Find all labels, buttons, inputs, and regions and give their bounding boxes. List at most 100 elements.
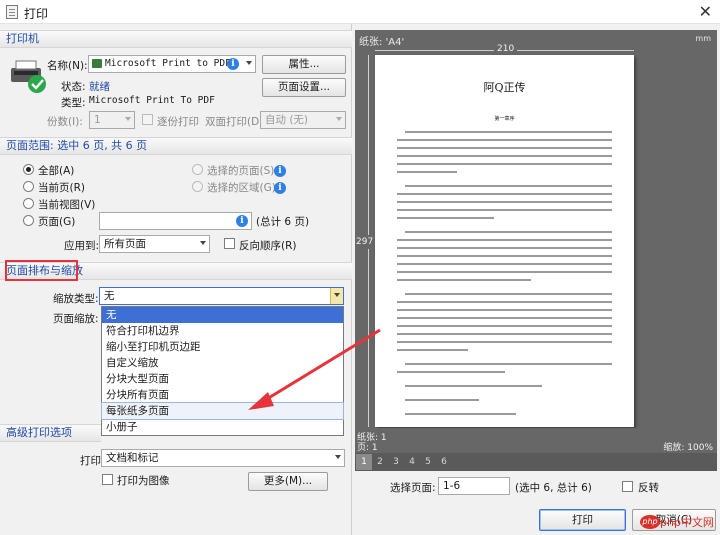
print-button[interactable]: 打印 — [539, 509, 626, 531]
text-line — [397, 209, 612, 211]
select-pages-label: 选择页面: — [390, 482, 436, 494]
reverse-checkbox[interactable] — [622, 481, 633, 492]
close-button[interactable]: ✕ — [699, 2, 712, 21]
duplex-value: 自动 (无) — [265, 114, 309, 126]
chevron-down-icon — [334, 293, 340, 297]
status-page: 页: 1 — [357, 443, 378, 453]
text-line — [397, 271, 612, 273]
page-scale-label: 页面缩放: — [53, 313, 99, 325]
range-selected-pages-label: 选择的页面(S) — [207, 165, 275, 177]
scale-option-none[interactable]: 无 — [102, 307, 343, 323]
text-line — [405, 231, 612, 233]
collate-checkbox[interactable] — [142, 114, 153, 125]
copies-stepper[interactable]: 1 — [89, 111, 135, 129]
scale-type-select[interactable]: 无 — [99, 287, 344, 305]
scale-option-booklet[interactable]: 小册子 — [102, 419, 343, 435]
printer-section-header: 打印机 — [0, 30, 352, 48]
text-line — [397, 301, 612, 303]
pages-info-icon[interactable]: i — [236, 215, 248, 227]
page-tab-4[interactable]: 4 — [404, 454, 420, 470]
scale-option-tile-all[interactable]: 分块所有页面 — [102, 387, 343, 403]
print-what-value: 文档和标记 — [106, 452, 159, 464]
text-line — [397, 317, 612, 319]
document-title: 阿Q正传 — [483, 81, 526, 94]
page-tabs: 1 2 3 4 5 6 — [355, 453, 717, 471]
reverse-order-checkbox[interactable] — [224, 238, 235, 249]
print-as-image-checkbox[interactable] — [102, 474, 113, 485]
print-what-select[interactable]: 文档和标记 — [101, 449, 345, 467]
page-range-section-header: 页面范围: 选中 6 页, 共 6 页 — [0, 137, 352, 155]
range-selected-area-label: 选择的区域(G) — [207, 182, 276, 194]
selected-pages-info-icon[interactable]: i — [274, 165, 286, 177]
duplex-select[interactable]: 自动 (无) — [260, 111, 346, 129]
scale-type-label: 缩放类型: — [53, 293, 99, 305]
select-pages-value: 1-6 — [443, 480, 461, 492]
width-dimension: 210 — [494, 44, 518, 54]
range-selected-pages-radio[interactable] — [192, 164, 203, 175]
page-setup-button[interactable]: 页面设置... — [262, 78, 346, 97]
text-line — [397, 171, 457, 173]
status-label: 状态: — [61, 81, 86, 93]
php-logo-icon: php — [640, 515, 660, 529]
text-line — [397, 201, 612, 203]
page-tab-3[interactable]: 3 — [388, 454, 404, 470]
range-selected-area-radio[interactable] — [192, 181, 203, 192]
text-line — [405, 185, 612, 187]
scale-type-dropdown: 无 符合打印机边界 缩小至打印机页边距 自定义缩放 分块大型页面 分块所有页面 … — [101, 306, 344, 436]
copies-value: 1 — [94, 114, 101, 126]
page-preview: 阿Q正传 第一章序 — [375, 55, 634, 427]
text-line — [397, 139, 612, 141]
scale-option-multiple-pages[interactable]: 每张纸多页面 — [101, 402, 344, 420]
print-dialog-icon — [6, 5, 18, 19]
text-line — [397, 163, 612, 165]
range-current-view-label: 当前视图(V) — [38, 199, 96, 211]
pages-input[interactable] — [99, 212, 252, 230]
status-value: 就绪 — [89, 81, 110, 93]
status-zoom: 缩放: 100% — [663, 443, 713, 453]
page-tab-5[interactable]: 5 — [420, 454, 436, 470]
range-pages-radio[interactable] — [23, 215, 34, 226]
more-button[interactable]: 更多(M)... — [248, 472, 328, 491]
text-line — [397, 247, 612, 249]
text-line — [397, 325, 612, 327]
copies-label: 份数(I): — [47, 116, 83, 128]
pdf-printer-icon — [92, 59, 102, 68]
printer-icon — [11, 60, 46, 93]
text-line — [405, 399, 479, 401]
text-line — [405, 385, 542, 387]
text-line — [397, 263, 612, 265]
range-all-radio[interactable] — [23, 164, 34, 175]
apply-to-select[interactable]: 所有页面 — [99, 235, 210, 253]
selected-area-info-icon[interactable]: i — [274, 182, 286, 194]
height-dimension: 297 — [356, 235, 374, 249]
range-current-radio[interactable] — [23, 181, 34, 192]
reverse-order-label: 反向顺序(R) — [239, 240, 297, 252]
scale-option-shrink-margins[interactable]: 缩小至打印机页边距 — [102, 339, 343, 355]
page-tab-2[interactable]: 2 — [372, 454, 388, 470]
document-subtitle: 第一章序 — [494, 116, 515, 122]
chevron-down-icon — [336, 117, 342, 121]
chevron-down-icon — [335, 455, 341, 459]
range-current-label: 当前页(R) — [38, 182, 85, 194]
advanced-section-header: 高级打印选项 — [0, 424, 101, 442]
range-current-view-radio[interactable] — [23, 198, 34, 209]
text-line — [397, 279, 531, 281]
select-pages-input[interactable]: 1-6 — [438, 477, 510, 495]
scale-option-fit-printer[interactable]: 符合打印机边界 — [102, 323, 343, 339]
window-title: 打印 — [24, 7, 49, 21]
scale-option-custom[interactable]: 自定义缩放 — [102, 355, 343, 371]
printer-name-label: 名称(N): — [47, 60, 88, 72]
print-what-label: 打印 — [80, 455, 101, 467]
unit-label: mm — [695, 34, 711, 43]
text-line — [405, 363, 612, 365]
printer-info-icon[interactable]: i — [227, 58, 239, 70]
scale-option-tile-large[interactable]: 分块大型页面 — [102, 371, 343, 387]
page-tab-1[interactable]: 1 — [356, 454, 372, 470]
page-tab-6[interactable]: 6 — [436, 454, 452, 470]
print-as-image-label: 打印为图像 — [117, 475, 170, 487]
text-line — [397, 155, 612, 157]
stepper-arrow-icon — [125, 117, 131, 121]
text-line — [397, 349, 468, 351]
properties-button[interactable]: 属性... — [262, 55, 346, 74]
reverse-label: 反转 — [638, 482, 659, 494]
